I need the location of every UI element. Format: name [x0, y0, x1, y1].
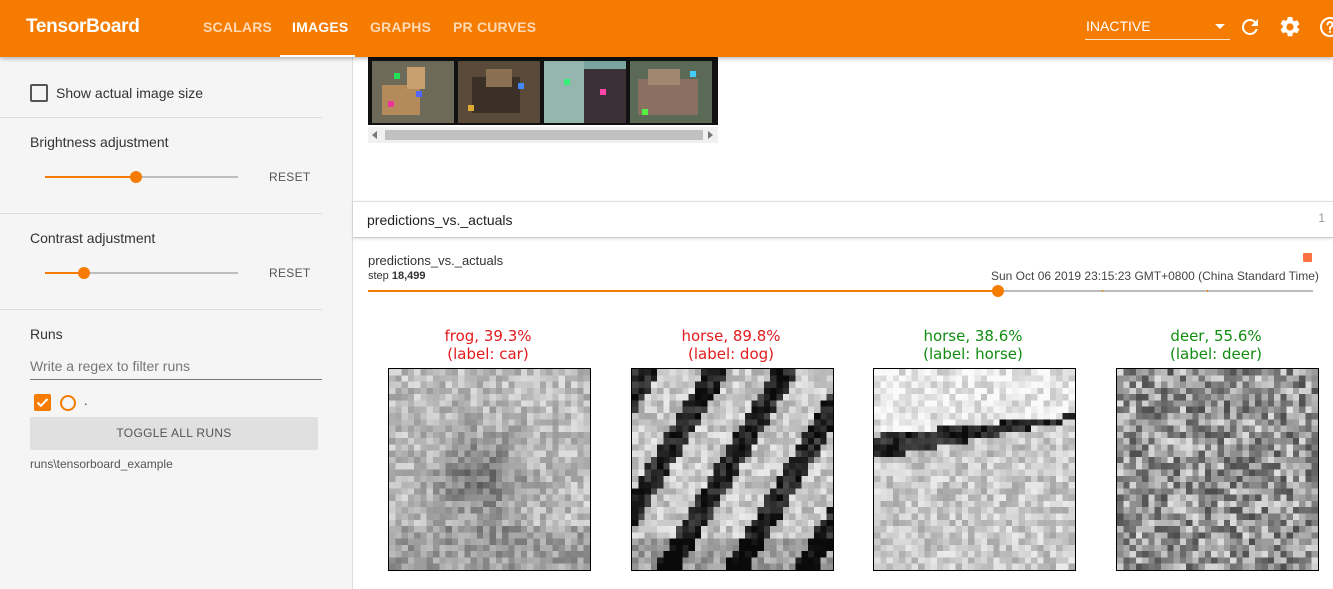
- show-actual-size-checkbox[interactable]: [30, 84, 48, 102]
- actual-label: (label: dog): [687, 345, 775, 363]
- run-path-text: runs\tensorboard_example: [30, 457, 173, 471]
- step-info: step 18,499: [368, 270, 426, 282]
- app-title: TensorBoard: [26, 16, 140, 37]
- divider: [0, 117, 322, 118]
- actual-label: (label: deer): [1170, 345, 1262, 363]
- image-strip: [368, 57, 718, 125]
- scrollbar-thumb[interactable]: [385, 130, 703, 140]
- actual-label: (label: horse): [923, 345, 1023, 363]
- sample-image-thumbnail: [630, 61, 712, 123]
- step-tick: [1207, 290, 1208, 292]
- expand-icon[interactable]: [1303, 253, 1312, 262]
- tab-graphs[interactable]: GRAPHS: [370, 19, 431, 35]
- step-prefix: step: [368, 270, 389, 282]
- predicted-class: frog, 39.3%: [444, 327, 532, 345]
- step-tick: [1102, 290, 1103, 292]
- tag-group-title: predictions_vs._actuals: [367, 212, 513, 228]
- tab-pr-curves[interactable]: PR CURVES: [453, 19, 536, 35]
- sidebar: Show actual image size Brightness adjust…: [0, 57, 353, 589]
- refresh-icon[interactable]: [1238, 15, 1262, 39]
- step-slider-fill: [368, 290, 998, 292]
- step-value: 18,499: [391, 270, 426, 282]
- run-color-circle[interactable]: [60, 395, 76, 411]
- run-status-value: INACTIVE: [1086, 18, 1151, 34]
- sample-image-thumbnail: [458, 61, 540, 123]
- prediction-label: horse, 89.8% (label: dog): [626, 327, 836, 363]
- scroll-left-icon[interactable]: [372, 131, 377, 139]
- step-slider-knob[interactable]: [992, 285, 1004, 297]
- toggle-all-runs-button[interactable]: TOGGLE ALL RUNS: [30, 417, 318, 450]
- settings-icon[interactable]: [1278, 15, 1302, 39]
- brightness-slider-fill: [45, 176, 136, 178]
- run-status-dropdown[interactable]: INACTIVE: [1085, 12, 1230, 40]
- prediction-image: [388, 368, 591, 571]
- contrast-label: Contrast adjustment: [30, 230, 156, 246]
- actual-label: (label: car): [447, 345, 529, 363]
- runs-heading: Runs: [30, 326, 63, 342]
- brightness-label: Brightness adjustment: [30, 134, 169, 150]
- prediction-label: deer, 55.6% (label: deer): [1111, 327, 1321, 363]
- top-app-bar: TensorBoard SCALARS IMAGES GRAPHS PR CUR…: [0, 0, 1333, 57]
- run-filter-input[interactable]: [30, 353, 322, 380]
- prediction-image: [631, 368, 834, 571]
- run-label: .: [84, 393, 88, 408]
- contrast-slider-knob[interactable]: [78, 267, 90, 279]
- show-actual-size-label: Show actual image size: [56, 85, 204, 101]
- prediction-label: horse, 38.6% (label: horse): [868, 327, 1078, 363]
- prediction-image: [1116, 368, 1319, 571]
- image-strip-scrollbar[interactable]: [368, 127, 718, 143]
- tab-images[interactable]: IMAGES: [292, 19, 348, 35]
- contrast-reset-button[interactable]: RESET: [269, 266, 311, 280]
- check-icon: [36, 398, 49, 408]
- help-icon[interactable]: [1318, 15, 1333, 39]
- prediction-image: [873, 368, 1076, 571]
- tag-group-count: 1: [1318, 211, 1325, 225]
- image-timestamp: Sun Oct 06 2019 23:15:23 GMT+0800 (China…: [991, 269, 1319, 283]
- divider: [0, 309, 322, 310]
- predicted-class: horse, 38.6%: [923, 327, 1023, 345]
- main-content: predictions_vs._actuals 1 predictions_vs…: [353, 57, 1333, 589]
- predicted-class: horse, 89.8%: [681, 327, 781, 345]
- brightness-slider-knob[interactable]: [130, 171, 142, 183]
- chevron-down-icon: [1215, 24, 1225, 29]
- divider: [0, 213, 322, 214]
- predicted-class: deer, 55.6%: [1170, 327, 1262, 345]
- run-checkbox[interactable]: [34, 394, 51, 411]
- image-tag-title: predictions_vs._actuals: [368, 253, 504, 268]
- sample-image-thumbnail: [544, 61, 626, 123]
- tab-scalars[interactable]: SCALARS: [203, 19, 272, 35]
- active-tab-indicator: [280, 55, 355, 57]
- sample-image-thumbnail: [372, 61, 454, 123]
- tag-group-header[interactable]: predictions_vs._actuals 1: [353, 201, 1333, 238]
- scroll-right-icon[interactable]: [708, 131, 713, 139]
- brightness-reset-button[interactable]: RESET: [269, 170, 311, 184]
- prediction-label: frog, 39.3% (label: car): [383, 327, 593, 363]
